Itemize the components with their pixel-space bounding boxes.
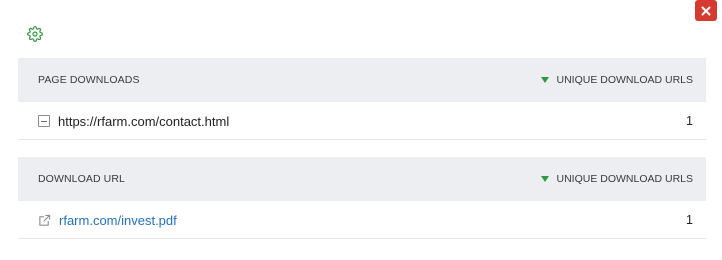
download-url-link[interactable]: rfarm.com/invest.pdf bbox=[59, 213, 177, 228]
settings-button[interactable] bbox=[27, 26, 43, 42]
download-url-header: DOWNLOAD URL UNIQUE DOWNLOAD URLS bbox=[18, 157, 706, 201]
unique-download-urls-label: UNIQUE DOWNLOAD URLS bbox=[556, 74, 693, 86]
page-url: https://rfarm.com/contact.html bbox=[58, 113, 230, 129]
unique-download-urls-label: UNIQUE DOWNLOAD URLS bbox=[556, 173, 693, 185]
page-downloads-column-header: PAGE DOWNLOADS bbox=[38, 74, 140, 86]
unique-download-count: 1 bbox=[686, 213, 693, 227]
sort-desc-icon bbox=[541, 176, 550, 182]
external-link-icon[interactable] bbox=[38, 214, 51, 227]
page-downloads-header: PAGE DOWNLOADS UNIQUE DOWNLOAD URLS bbox=[18, 58, 706, 102]
gear-icon bbox=[27, 26, 43, 42]
close-button[interactable] bbox=[695, 0, 717, 21]
table-row: rfarm.com/invest.pdf 1 bbox=[18, 201, 706, 239]
sort-desc-icon bbox=[541, 77, 550, 83]
unique-download-count: 1 bbox=[686, 114, 693, 128]
close-icon bbox=[701, 6, 711, 15]
collapse-icon[interactable] bbox=[38, 115, 50, 127]
unique-download-urls-sort-header[interactable]: UNIQUE DOWNLOAD URLS bbox=[541, 58, 693, 102]
download-url-column-header: DOWNLOAD URL bbox=[38, 173, 125, 185]
table-row: https://rfarm.com/contact.html 1 bbox=[18, 102, 706, 140]
unique-download-urls-sort-header[interactable]: UNIQUE DOWNLOAD URLS bbox=[541, 157, 693, 201]
